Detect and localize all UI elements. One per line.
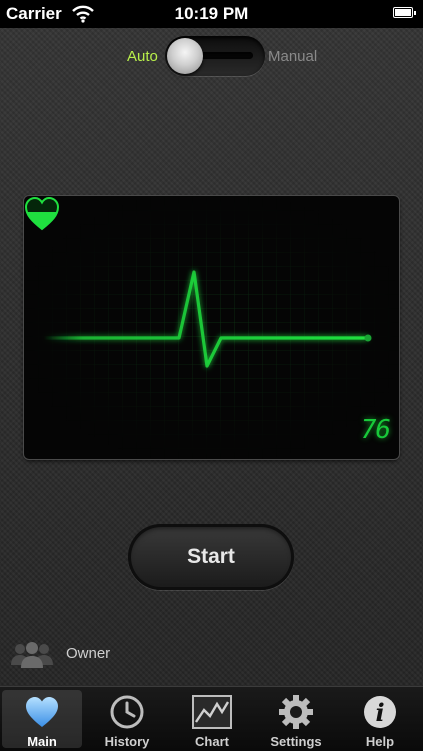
tab-main[interactable]: Main	[2, 690, 82, 749]
info-icon: i	[364, 696, 396, 728]
tab-bar: Main History Chart Settings i Help	[0, 686, 423, 751]
battery-icon	[393, 7, 416, 18]
tab-history-label: History	[104, 734, 150, 749]
heart-icon	[26, 697, 58, 727]
clock-icon	[110, 695, 144, 729]
ecg-display	[24, 196, 399, 459]
heart-monitor-screen: 76	[24, 196, 399, 459]
gear-icon	[279, 695, 313, 729]
status-bar: Carrier 10:19 PM	[0, 0, 423, 28]
start-button[interactable]: Start	[128, 524, 294, 590]
svg-text:i: i	[375, 698, 384, 727]
ecg-trace-head	[364, 334, 372, 342]
mode-toggle-switch[interactable]	[165, 36, 265, 76]
tab-chart-label: Chart	[195, 734, 229, 749]
tab-settings[interactable]: Settings	[256, 690, 336, 749]
clock-time: 10:19 PM	[174, 4, 249, 23]
tab-main-label: Main	[27, 734, 57, 749]
heart-icon	[24, 196, 60, 231]
owner-label[interactable]: Owner	[66, 645, 110, 662]
tab-chart[interactable]: Chart	[172, 690, 252, 749]
users-icon	[11, 642, 53, 668]
tab-history[interactable]: History	[87, 690, 167, 749]
toggle-knob[interactable]	[167, 38, 203, 74]
mode-auto-label: Auto	[127, 48, 158, 65]
bpm-readout: 76	[360, 415, 391, 445]
tab-help-label: Help	[365, 734, 395, 749]
start-button-label: Start	[187, 545, 235, 568]
mode-manual-label: Manual	[268, 48, 318, 65]
tab-help[interactable]: i Help	[340, 690, 420, 749]
tab-settings-label: Settings	[270, 734, 322, 749]
chart-icon	[192, 695, 232, 729]
